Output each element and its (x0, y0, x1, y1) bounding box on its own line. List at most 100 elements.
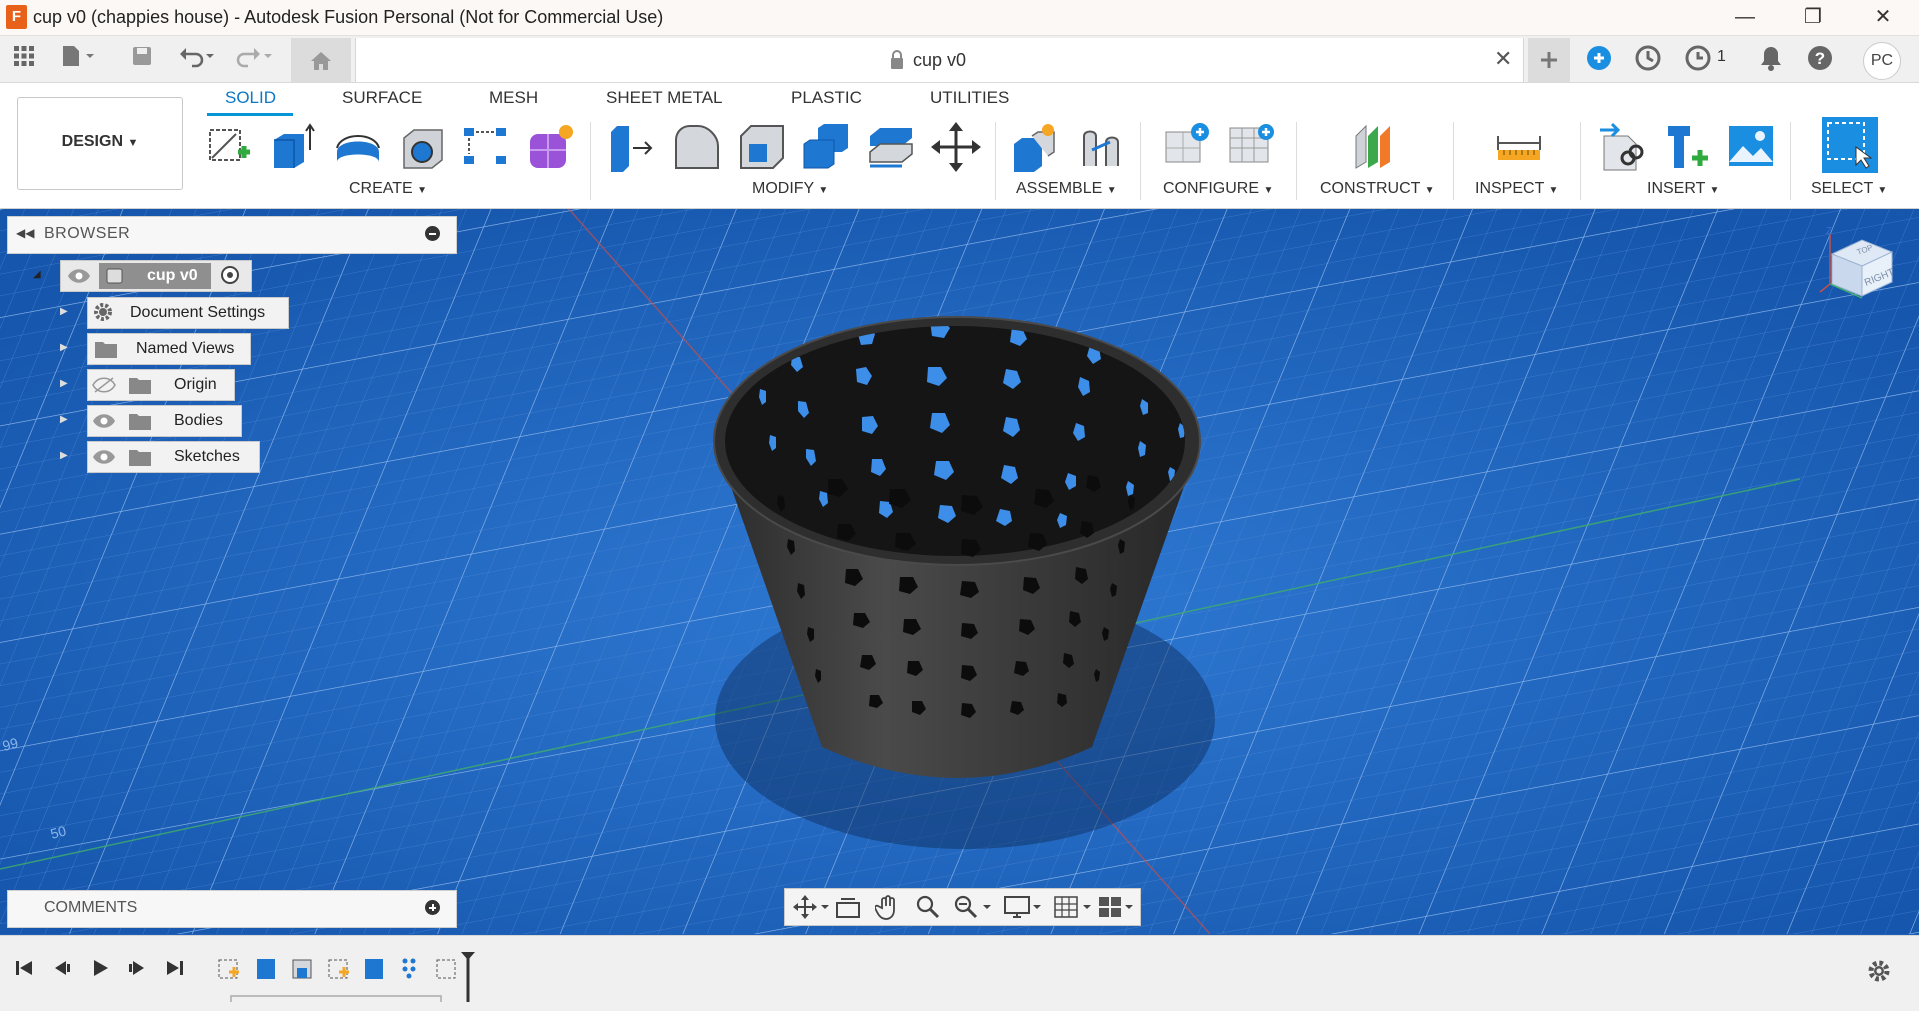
measure-icon[interactable] (1494, 122, 1541, 168)
go-to-start-icon[interactable] (14, 958, 34, 984)
zoom-icon[interactable] (915, 894, 941, 925)
browser-item-label: Named Views (136, 340, 235, 357)
browser-item-origin[interactable]: Origin (87, 369, 235, 401)
redo-icon[interactable] (236, 44, 272, 72)
browser-item-sketches[interactable]: Sketches (87, 441, 260, 473)
expand-triangle-icon[interactable]: ▶ (60, 306, 68, 317)
move-copy-icon[interactable] (931, 122, 981, 172)
expand-panel-icon[interactable] (425, 900, 440, 915)
extrude-icon[interactable] (268, 122, 315, 168)
fit-zoom-icon[interactable] (953, 894, 993, 925)
notifications-bell-icon[interactable] (1757, 45, 1785, 73)
canvas-image-icon[interactable] (1726, 122, 1773, 168)
workspace-switcher-button[interactable]: DESIGN ▼ (17, 97, 183, 190)
orbit-icon[interactable] (793, 895, 829, 924)
fillet-icon[interactable] (672, 122, 719, 169)
home-button[interactable] (291, 38, 351, 82)
close-window-button[interactable]: ✕ (1855, 2, 1911, 32)
browser-item-document-settings[interactable]: Document Settings (87, 297, 289, 329)
minimize-button[interactable]: — (1717, 2, 1773, 32)
save-icon[interactable] (128, 44, 156, 72)
close-tab-icon[interactable]: ✕ (1494, 46, 1512, 72)
create-form-icon[interactable] (526, 122, 573, 168)
grid-snaps-icon[interactable] (1053, 894, 1093, 925)
select-box-icon (1827, 122, 1873, 169)
timeline-settings-gear-icon[interactable] (1866, 958, 1892, 989)
svg-text:?: ? (1815, 49, 1825, 68)
browser-item-named-views[interactable]: Named Views (87, 333, 251, 365)
rectangular-pattern-icon[interactable] (460, 122, 506, 168)
expand-triangle-icon[interactable]: ▶ (60, 342, 68, 353)
offset-face-icon[interactable] (866, 122, 913, 168)
offset-plane-icon[interactable] (1352, 122, 1398, 169)
browser-item-bodies[interactable]: Bodies (87, 405, 242, 437)
eye-icon[interactable] (92, 412, 116, 435)
combine-icon[interactable] (802, 122, 848, 169)
expand-triangle-icon[interactable]: ▶ (60, 450, 68, 461)
shell-icon[interactable] (737, 122, 784, 169)
job-status-icon[interactable] (1684, 45, 1712, 73)
new-tab-button[interactable] (1528, 38, 1570, 82)
modify-menu[interactable]: MODIFY ▼ (752, 180, 828, 198)
look-at-icon[interactable] (835, 895, 861, 924)
sync-status-icon[interactable] (1634, 45, 1662, 73)
extensions-icon[interactable] (1585, 45, 1613, 73)
step-forward-icon[interactable] (127, 958, 147, 984)
activate-radio-icon[interactable] (221, 266, 239, 284)
root-component-label: cup v0 (147, 267, 198, 284)
home-icon (311, 52, 331, 70)
collapse-panel-icon[interactable]: ◀◀ (16, 226, 34, 240)
tab-plastic[interactable]: PLASTIC (791, 88, 862, 108)
joint-icon[interactable] (1076, 122, 1122, 168)
maximize-button[interactable]: ❐ (1785, 2, 1841, 32)
assemble-menu[interactable]: ASSEMBLE ▼ (1016, 180, 1117, 198)
eye-icon[interactable] (67, 267, 91, 290)
browser-root-node[interactable]: cup v0 (60, 260, 252, 292)
create-menu[interactable]: CREATE ▼ (349, 180, 427, 198)
revolve-icon[interactable] (333, 122, 380, 168)
timeline-features[interactable] (215, 946, 475, 1002)
tab-mesh[interactable]: MESH (489, 88, 538, 108)
expand-triangle-icon[interactable]: ▶ (60, 414, 68, 425)
eye-icon[interactable] (92, 448, 116, 471)
comments-panel-header[interactable]: COMMENTS (7, 890, 457, 928)
step-back-icon[interactable] (52, 958, 72, 984)
insert-mcmaster-carr-icon[interactable] (1662, 122, 1708, 168)
hole-icon[interactable] (398, 122, 444, 169)
expand-triangle-icon[interactable]: ▶ (60, 378, 68, 389)
user-avatar[interactable]: PC (1863, 42, 1901, 80)
create-configuration-icon[interactable] (1162, 122, 1209, 168)
select-tool-button[interactable] (1822, 117, 1878, 173)
display-settings-icon[interactable] (1003, 894, 1043, 925)
go-to-end-icon[interactable] (165, 958, 185, 984)
fusion-app-icon: F (6, 5, 27, 29)
minimize-panel-icon[interactable] (425, 226, 440, 241)
tab-utilities[interactable]: UTILITIES (930, 88, 1009, 108)
construct-menu[interactable]: CONSTRUCT ▼ (1320, 180, 1435, 198)
tab-surface[interactable]: SURFACE (342, 88, 422, 108)
press-pull-icon[interactable] (607, 122, 653, 172)
view-cube[interactable]: Z TOP RIGHT (1800, 224, 1900, 334)
create-sketch-icon[interactable] (204, 122, 250, 168)
tab-sheet-metal[interactable]: SHEET METAL (606, 88, 723, 108)
insert-menu[interactable]: INSERT ▼ (1647, 180, 1719, 198)
data-panel-grid-icon[interactable] (10, 44, 38, 72)
document-tab[interactable]: cup v0 ✕ (355, 38, 1524, 82)
help-icon[interactable]: ? (1806, 45, 1834, 73)
browser-panel-header[interactable]: ◀◀ BROWSER (7, 216, 457, 254)
inspect-menu[interactable]: INSPECT ▼ (1475, 180, 1558, 198)
expand-triangle-icon[interactable]: ◢ (33, 269, 41, 280)
file-menu-icon[interactable] (60, 44, 94, 72)
select-menu[interactable]: SELECT ▼ (1811, 180, 1887, 198)
tab-solid[interactable]: SOLID (225, 88, 276, 108)
undo-icon[interactable] (178, 44, 214, 72)
viewports-icon[interactable] (1097, 894, 1137, 925)
pan-hand-icon[interactable] (874, 894, 901, 925)
insert-derive-icon[interactable] (1598, 122, 1644, 171)
configuration-table-icon[interactable] (1226, 122, 1274, 168)
configure-menu[interactable]: CONFIGURE ▼ (1163, 180, 1273, 198)
eye-hidden-icon[interactable] (92, 376, 116, 399)
play-icon[interactable] (90, 958, 110, 984)
ribbon-separator (1453, 122, 1454, 200)
new-component-icon[interactable] (1010, 122, 1056, 172)
